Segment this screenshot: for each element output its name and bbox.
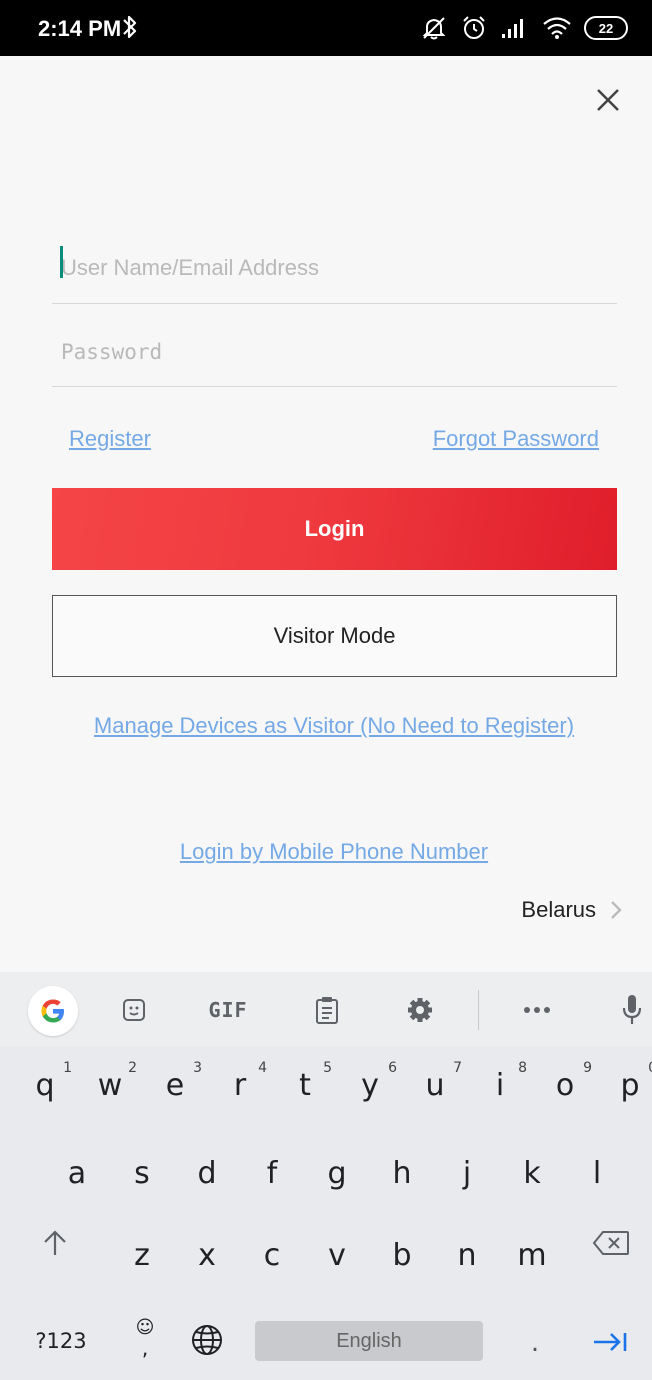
key-o[interactable]: 9o xyxy=(534,1052,596,1118)
region-label: Belarus xyxy=(521,897,596,922)
microphone-icon[interactable] xyxy=(612,990,652,1030)
bluetooth-icon xyxy=(120,12,140,42)
keyboard-toolbar: GIF xyxy=(0,972,652,1046)
gif-label: GIF xyxy=(208,998,248,1022)
key-t[interactable]: 5t xyxy=(274,1052,336,1118)
key-n[interactable]: n xyxy=(436,1222,498,1288)
key-u[interactable]: 7u xyxy=(404,1052,466,1118)
mobile-login-link[interactable]: Login by Mobile Phone Number xyxy=(0,839,652,865)
backspace-icon xyxy=(592,1231,629,1255)
key-label: e xyxy=(165,1067,185,1103)
region-selector[interactable]: Belarus xyxy=(521,897,622,923)
key-p[interactable]: 0p xyxy=(599,1052,652,1118)
toolbar-divider xyxy=(478,990,479,1030)
emoji-icon: ☺ xyxy=(135,1317,155,1338)
comma-label: , xyxy=(141,1336,149,1360)
key-hint: 7 xyxy=(453,1060,462,1076)
next-key[interactable] xyxy=(585,1320,635,1364)
key-f[interactable]: f xyxy=(241,1140,303,1206)
alarm-icon xyxy=(460,14,488,42)
battery-level: 22 xyxy=(598,20,614,36)
key-w[interactable]: 2w xyxy=(79,1052,141,1118)
sticker-icon[interactable] xyxy=(112,990,156,1030)
key-label: i xyxy=(495,1067,505,1103)
close-icon xyxy=(597,89,619,111)
key-k[interactable]: k xyxy=(501,1140,563,1206)
more-options-icon[interactable] xyxy=(515,990,559,1030)
wifi-icon xyxy=(542,16,572,40)
key-hint: 2 xyxy=(128,1060,137,1076)
language-globe-key[interactable] xyxy=(185,1318,229,1362)
key-r[interactable]: 4r xyxy=(209,1052,271,1118)
key-label: w xyxy=(97,1067,123,1103)
key-label: u xyxy=(425,1067,445,1103)
password-input[interactable] xyxy=(52,318,617,386)
key-i[interactable]: 8i xyxy=(469,1052,531,1118)
text-cursor xyxy=(60,246,63,278)
key-label: q xyxy=(35,1067,55,1103)
key-c[interactable]: c xyxy=(241,1222,303,1288)
status-time: 2:14 PM xyxy=(38,16,122,41)
key-z[interactable]: z xyxy=(111,1222,173,1288)
key-a[interactable]: a xyxy=(46,1140,108,1206)
key-label: p xyxy=(620,1067,640,1103)
visitor-mode-button[interactable]: Visitor Mode xyxy=(52,595,617,677)
clipboard-icon[interactable] xyxy=(305,990,349,1030)
key-hint: 6 xyxy=(388,1060,397,1076)
key-j[interactable]: j xyxy=(436,1140,498,1206)
google-icon[interactable] xyxy=(28,986,78,1036)
key-b[interactable]: b xyxy=(371,1222,433,1288)
key-label: r xyxy=(233,1067,247,1103)
emoji-comma-key[interactable]: ☺ , xyxy=(127,1306,163,1372)
key-m[interactable]: m xyxy=(501,1222,563,1288)
backspace-key[interactable] xyxy=(583,1213,639,1273)
key-label: t xyxy=(299,1067,311,1103)
signal-icon xyxy=(500,16,530,40)
key-y[interactable]: 6y xyxy=(339,1052,401,1118)
key-hint: 1 xyxy=(63,1060,72,1076)
globe-icon xyxy=(192,1325,222,1355)
key-hint: 0 xyxy=(648,1060,652,1076)
key-g[interactable]: g xyxy=(306,1140,368,1206)
shift-key[interactable] xyxy=(30,1213,80,1273)
key-hint: 8 xyxy=(518,1060,527,1076)
symbols-key[interactable]: ?123 xyxy=(26,1312,96,1370)
close-button[interactable] xyxy=(590,82,626,118)
key-q[interactable]: 1q xyxy=(14,1052,76,1118)
forgot-password-link[interactable]: Forgot Password xyxy=(433,426,599,452)
key-h[interactable]: h xyxy=(371,1140,433,1206)
key-e[interactable]: 3e xyxy=(144,1052,206,1118)
key-d[interactable]: d xyxy=(176,1140,238,1206)
key-hint: 3 xyxy=(193,1060,202,1076)
manage-devices-visitor-link[interactable]: Manage Devices as Visitor (No Need to Re… xyxy=(0,713,652,739)
settings-gear-icon[interactable] xyxy=(398,990,442,1030)
login-button[interactable]: Login xyxy=(52,488,617,570)
key-x[interactable]: x xyxy=(176,1222,238,1288)
battery-icon: 22 xyxy=(584,16,628,40)
register-link[interactable]: Register xyxy=(69,426,151,452)
key-v[interactable]: v xyxy=(306,1222,368,1288)
key-label: y xyxy=(361,1067,379,1103)
gif-button[interactable]: GIF xyxy=(198,990,258,1030)
username-field-container xyxy=(52,232,617,304)
key-label: o xyxy=(555,1067,575,1103)
key-hint: 4 xyxy=(258,1060,267,1076)
period-key[interactable]: . xyxy=(515,1318,555,1368)
key-hint: 9 xyxy=(583,1060,592,1076)
shift-arrow-icon xyxy=(44,1230,66,1255)
key-s[interactable]: s xyxy=(111,1140,173,1206)
status-bar: 2:14 PM 22 xyxy=(0,0,652,56)
password-field-container xyxy=(52,318,617,387)
username-input[interactable] xyxy=(52,232,617,303)
key-hint: 5 xyxy=(323,1060,332,1076)
notifications-off-icon xyxy=(420,14,448,42)
tab-next-icon xyxy=(594,1333,627,1351)
chevron-right-icon xyxy=(611,901,622,919)
space-key[interactable]: English xyxy=(255,1321,483,1361)
key-l[interactable]: l xyxy=(566,1140,628,1206)
